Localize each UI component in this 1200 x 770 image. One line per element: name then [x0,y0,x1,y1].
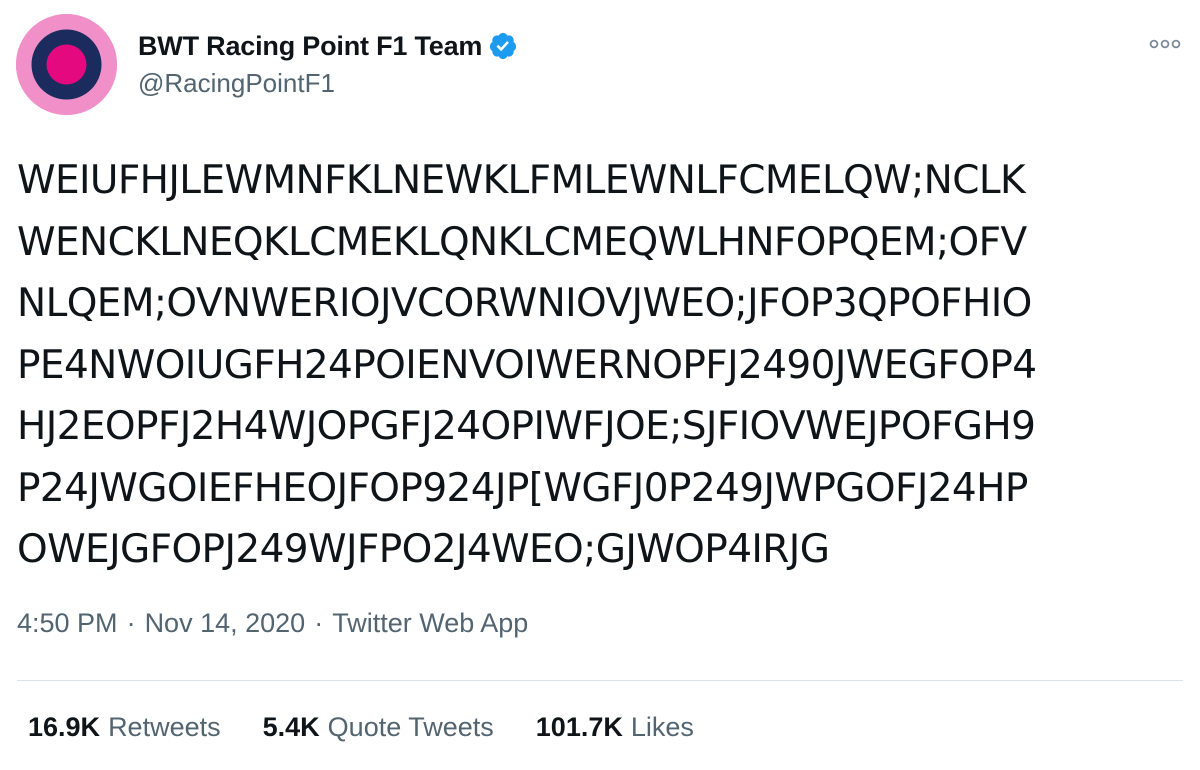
tweet-text-line: WENCKLNEQKLCMEKLQNKLCMEQWLHNFOPQEM;OFV [17,219,1027,265]
tweet-date[interactable]: Nov 14, 2020 [145,608,306,639]
tweet-card: BWT Racing Point F1 Team @RacingPointF1 … [0,0,1200,770]
retweets-stat[interactable]: 16.9K Retweets [28,712,221,743]
handle[interactable]: @RacingPointF1 [138,68,518,99]
tweet-text-line: HJ2EOPFJ2H4WJOPGFJ24OPIWFJOE;SJFIOVWEJPO… [17,404,1036,449]
author-block: BWT Racing Point F1 Team @RacingPointF1 [138,26,518,99]
display-name[interactable]: BWT Racing Point F1 Team [138,31,482,62]
tweet-text-line: P24JWGOIEFHEOJFOP924JP[WGFJ0P249JWPGOFJ2… [17,465,1028,511]
quote-tweets-count: 5.4K [262,712,320,742]
likes-stat[interactable]: 101.7K Likes [536,712,694,743]
roundel-logo-icon [16,14,117,115]
meta-separator: · [314,608,324,638]
more-options-icon[interactable] [1148,34,1182,54]
verified-badge-icon [488,31,518,61]
avatar[interactable] [16,14,117,115]
divider [17,680,1183,681]
tweet-text-line: NLQEM;OVNWERIOJVCORWNIOVJWEO;JFOP3QPOFHI… [17,281,1032,326]
likes-count: 101.7K [535,712,623,742]
quote-tweets-label: Quote Tweets [327,712,494,742]
quote-tweets-stat[interactable]: 5.4K Quote Tweets [263,712,494,743]
retweets-count: 16.9K [28,712,101,742]
tweet-text: WEIUFHJLEWMNFKLNEWKLFMLEWNLFCMELQW;NCLK … [17,150,1187,581]
tweet-text-line: WEIUFHJLEWMNFKLNEWKLFMLEWNLFCMELQW;NCLK [17,158,1026,203]
tweet-text-line: PE4NWOIUGFH24POIENVOIWERNOPFJ2490JWEGFOP… [17,342,1037,388]
retweets-label: Retweets [108,712,221,742]
display-name-row: BWT Racing Point F1 Team [138,26,518,66]
meta-separator: · [126,608,136,638]
tweet-time[interactable]: 4:50 PM [17,608,118,639]
tweet-metadata: 4:50 PM · Nov 14, 2020 · Twitter Web App [17,608,528,639]
engagement-stats: 16.9K Retweets 5.4K Quote Tweets 101.7K … [28,712,736,743]
tweet-source[interactable]: Twitter Web App [332,608,528,639]
likes-label: Likes [630,712,694,742]
tweet-text-line: OWEJGFOPJ249WJFPO2J4WEO;GJWOP4IRJG [17,527,830,572]
